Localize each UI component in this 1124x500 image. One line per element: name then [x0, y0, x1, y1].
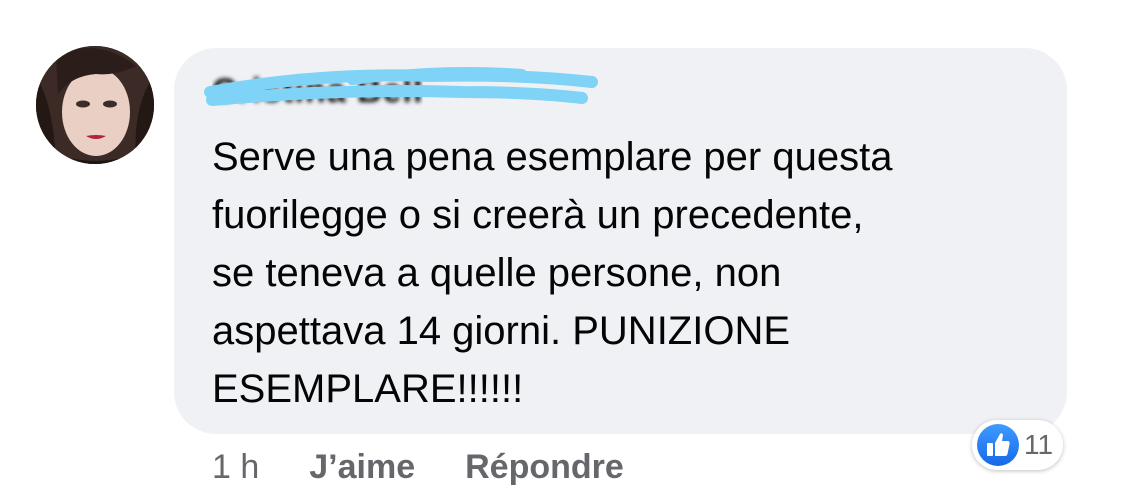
thumbs-up-icon — [976, 423, 1020, 467]
author-name-text[interactable]: Cristina Bell — [212, 72, 423, 111]
comment-timestamp[interactable]: 1 h — [212, 448, 259, 487]
like-button[interactable]: J’aime — [309, 448, 415, 487]
comment-text: Serve una pena esemplare per questa fuor… — [212, 135, 893, 411]
reaction-count: 11 — [1024, 429, 1054, 460]
reply-button[interactable]: Répondre — [465, 448, 624, 487]
comment-actions: 1 h J’aime Répondre — [212, 448, 674, 487]
comment-bubble: Cristina Bell Serve una pena esemplare p… — [174, 48, 1067, 434]
avatar[interactable] — [36, 46, 154, 164]
comment-author-name[interactable]: Cristina Bell — [212, 72, 423, 116]
reaction-summary[interactable]: 11 — [972, 420, 1064, 470]
